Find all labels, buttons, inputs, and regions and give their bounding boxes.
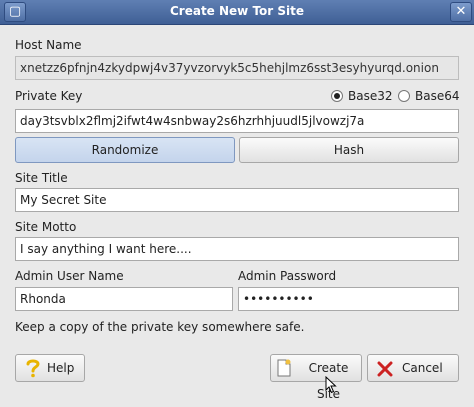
admin-user-label: Admin User Name [15, 269, 124, 283]
host-name-label: Host Name [15, 38, 82, 52]
help-button[interactable]: Help [15, 354, 85, 382]
site-motto-input[interactable]: I say anything I want here.... [15, 237, 459, 261]
base64-label[interactable]: Base64 [415, 89, 460, 103]
title-bar: ▢ Create New Tor Site ✕ [0, 0, 474, 25]
help-button-label: Help [47, 361, 75, 375]
admin-password-label: Admin Password [238, 269, 337, 283]
host-name-field[interactable]: xnetzz6pfnjn4zkydpwj4v37yvzorvyk5c5hehjl… [15, 56, 459, 80]
new-document-icon [276, 359, 292, 386]
base32-label[interactable]: Base32 [348, 89, 393, 103]
admin-user-input[interactable]: Rhonda [15, 287, 233, 311]
close-icon[interactable]: ✕ [450, 2, 472, 22]
base64-radio[interactable] [398, 90, 410, 102]
randomize-button[interactable]: Randomize [15, 137, 235, 163]
site-title-label: Site Title [15, 171, 68, 185]
create-site-button[interactable]: Create Site [270, 354, 362, 401]
site-motto-label: Site Motto [15, 220, 77, 234]
question-icon [25, 358, 41, 387]
cancel-button[interactable]: Cancel [367, 354, 459, 382]
cancel-x-icon [377, 360, 393, 386]
private-key-note: Keep a copy of the private key somewhere… [15, 320, 305, 334]
private-key-label: Private Key [15, 89, 83, 103]
mouse-pointer-icon [325, 375, 337, 397]
site-title-input[interactable]: My Secret Site [15, 188, 459, 212]
base32-radio[interactable] [331, 90, 343, 102]
hash-button[interactable]: Hash [239, 137, 459, 163]
cancel-button-label: Cancel [402, 361, 443, 375]
admin-password-input[interactable]: •••••••••• [238, 287, 459, 311]
private-key-input[interactable]: day3tsvblx2flmj2ifwt4w4snbway2s6hzrhhjuu… [15, 109, 459, 133]
window-title: Create New Tor Site [169, 4, 305, 18]
